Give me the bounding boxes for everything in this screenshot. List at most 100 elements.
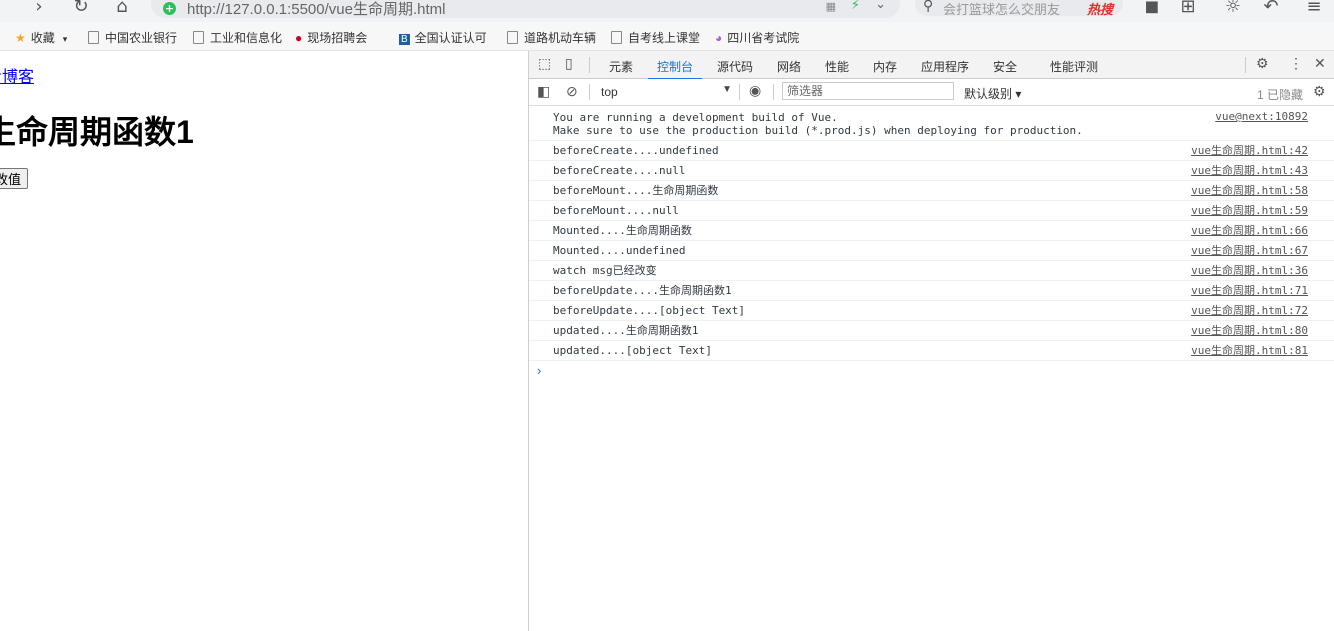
search-icon: ⚲ (923, 0, 934, 14)
message-text: Mounted....生命周期函数 (553, 224, 692, 237)
reload-icon[interactable]: ↻ (70, 0, 92, 18)
page-link[interactable]: 考博客 (0, 63, 34, 87)
page-icon (88, 31, 99, 44)
bookmark-item[interactable]: 道路机动车辆 (507, 29, 596, 46)
tab-performance[interactable]: 性能 (825, 58, 849, 75)
qr-code-icon[interactable]: ▦ (826, 0, 836, 13)
console-message: You are running a development build of V… (529, 107, 1334, 141)
bookmark-label: 现场招聘会 (307, 31, 368, 45)
page-icon (611, 31, 622, 44)
clear-console-icon[interactable]: ⊘ (566, 83, 578, 100)
change-value-button[interactable]: 改值 (0, 168, 29, 189)
eye-icon[interactable]: ◉ (749, 82, 761, 99)
menu-icon[interactable]: ≡ (1303, 0, 1325, 18)
search-placeholder[interactable]: 会打篮球怎么交朋友 (943, 0, 1060, 18)
message-source-link[interactable]: vue生命周期.html:72 (1191, 304, 1308, 317)
message-source-link[interactable]: vue生命周期.html:58 (1191, 184, 1308, 197)
search-box[interactable]: ⚲ 会打篮球怎么交朋友 热搜 (915, 0, 1123, 18)
gear-icon[interactable]: ⚙ (1256, 55, 1269, 72)
divider (589, 57, 590, 73)
filter-input[interactable] (782, 82, 954, 100)
tab-lighthouse[interactable]: 性能评测 (1050, 58, 1098, 75)
tab-sources[interactable]: 源代码 (717, 58, 753, 75)
message-source-link[interactable]: vue生命周期.html:66 (1191, 224, 1308, 237)
bookmark-label: 中国农业银行 (105, 31, 178, 45)
message-source-link[interactable]: vue生命周期.html:67 (1191, 244, 1308, 257)
star-icon: ★ (15, 31, 26, 45)
tab-security[interactable]: 安全 (993, 58, 1017, 75)
message-text: beforeMount....生命周期函数 (553, 184, 719, 197)
bookmark-favorites[interactable]: ★ 收藏 ▾ (15, 29, 67, 46)
context-selector[interactable]: top ▼ (596, 83, 732, 100)
console-prompt-row[interactable]: › (529, 361, 1334, 381)
divider (773, 84, 774, 100)
bookmark-label: 全国认证认可 (414, 31, 487, 45)
console-settings-icon[interactable]: ⚙ (1313, 83, 1326, 100)
console-message: Mounted....生命周期函数 vue生命周期.html:66 (529, 221, 1334, 241)
message-text: beforeUpdate....[object Text] (553, 304, 746, 317)
bookmark-item[interactable]: ◕ 四川省考试院 (715, 29, 799, 46)
site-logo-icon: B (399, 34, 410, 45)
console-log: You are running a development build of V… (529, 107, 1334, 381)
address-url[interactable]: http://127.0.0.1:5500/vue生命周期.html (187, 0, 445, 19)
browser-toolbar: › ↻ ⌂ + http://127.0.0.1:5500/vue生命周期.ht… (0, 0, 1334, 22)
message-text: beforeUpdate....生命周期函数1 (553, 284, 732, 297)
message-source-link[interactable]: vue生命周期.html:42 (1191, 144, 1308, 157)
secure-icon: + (163, 2, 176, 15)
tab-memory[interactable]: 内存 (873, 58, 897, 75)
message-text: beforeCreate....null (553, 164, 686, 177)
inspect-element-icon[interactable]: ⬚ (538, 55, 551, 72)
page-viewport: 考博客 生命周期函数1 改值 (0, 51, 529, 631)
divider (589, 84, 590, 100)
tab-elements[interactable]: 元素 (609, 58, 633, 75)
console-message: beforeCreate....null vue生命周期.html:43 (529, 161, 1334, 181)
message-text: Make sure to use the production build (*… (553, 124, 1083, 137)
message-source-link[interactable]: vue生命周期.html:80 (1191, 324, 1308, 337)
close-icon[interactable]: ✕ (1314, 55, 1326, 72)
caret-down-icon: ▾ (62, 34, 68, 44)
console-message: beforeMount....生命周期函数 vue生命周期.html:58 (529, 181, 1334, 201)
page-icon (507, 31, 518, 44)
hidden-count: 1 已隐藏 (1257, 88, 1304, 102)
bookmark-item[interactable]: 自考线上课堂 (611, 29, 700, 46)
caret-down-icon: ▼ (722, 84, 732, 95)
tab-console[interactable]: 控制台 (647, 58, 703, 80)
weibo-icon: ● (295, 31, 303, 45)
undo-icon[interactable]: ↶ (1260, 0, 1282, 18)
console-message: beforeUpdate....生命周期函数1 vue生命周期.html:71 (529, 281, 1334, 301)
bookmark-label: 自考线上课堂 (628, 31, 701, 45)
search-hot-label[interactable]: 热搜 (1087, 0, 1113, 18)
apps-grid-icon[interactable]: ⊞ (1177, 0, 1199, 18)
home-icon[interactable]: ⌂ (111, 0, 133, 18)
brightness-icon[interactable]: ☼ (1222, 0, 1244, 18)
chevron-down-icon[interactable]: ⌄ (875, 0, 886, 12)
message-text: You are running a development build of V… (553, 111, 838, 124)
bookmark-item[interactable]: 中国农业银行 (88, 29, 177, 46)
console-message: beforeMount....null vue生命周期.html:59 (529, 201, 1334, 221)
bookmark-item[interactable]: 工业和信息化 (193, 29, 282, 46)
message-source-link[interactable]: vue生命周期.html:71 (1191, 284, 1308, 297)
extension-icon[interactable]: ◼ (1141, 0, 1163, 18)
bookmark-item[interactable]: B 全国认证认可 (399, 29, 487, 46)
log-levels-dropdown[interactable]: 默认级别 ▾ (964, 85, 1021, 102)
sidebar-toggle-icon[interactable]: ◧ (537, 83, 550, 100)
bookmark-item[interactable]: ● 现场招聘会 (295, 29, 367, 46)
message-source-link[interactable]: vue生命周期.html:59 (1191, 204, 1308, 217)
forward-icon[interactable]: › (28, 0, 50, 18)
console-toolbar: ◧ ⊘ top ▼ ◉ 默认级别 ▾ 1 已隐藏 ⚙ (529, 79, 1334, 106)
bolt-icon[interactable]: ⚡ (851, 0, 860, 13)
message-source-link[interactable]: vue生命周期.html:81 (1191, 344, 1308, 357)
device-toolbar-icon[interactable]: ▯ (565, 55, 573, 72)
message-source-link[interactable]: vue生命周期.html:43 (1191, 164, 1308, 177)
bookmark-label: 道路机动车辆 (524, 31, 597, 45)
message-source-link[interactable]: vue@next:10892 (1215, 110, 1308, 123)
more-options-icon[interactable]: ⋮ (1289, 55, 1303, 72)
console-message: watch msg已经改变 vue生命周期.html:36 (529, 261, 1334, 281)
tab-application[interactable]: 应用程序 (921, 58, 969, 75)
tab-network[interactable]: 网络 (777, 58, 801, 75)
message-text: updated....[object Text] (553, 344, 712, 357)
message-source-link[interactable]: vue生命周期.html:36 (1191, 264, 1308, 277)
console-message: Mounted....undefined vue生命周期.html:67 (529, 241, 1334, 261)
address-bar[interactable]: + http://127.0.0.1:5500/vue生命周期.html ▦ ⚡… (151, 0, 900, 18)
bookmarks-bar: ★ 收藏 ▾ 中国农业银行 工业和信息化 ● 现场招聘会 B 全国认证认可 道路机动车辆… (0, 22, 1334, 51)
